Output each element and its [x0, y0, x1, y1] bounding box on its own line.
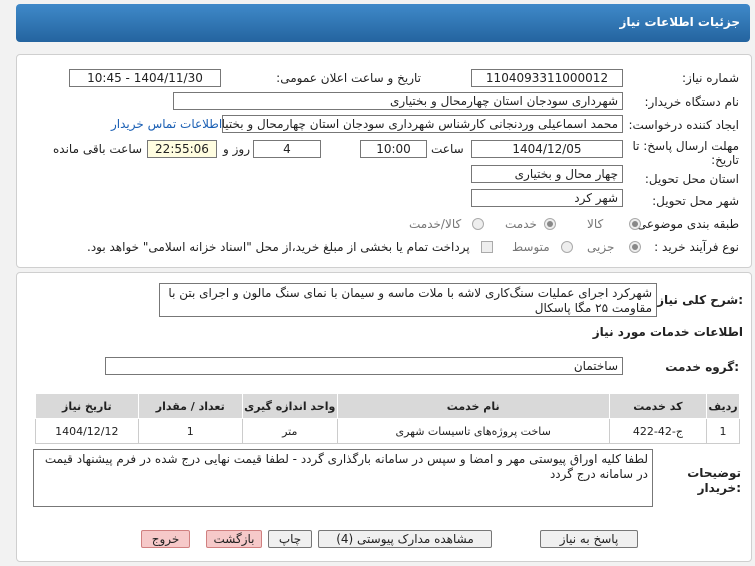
cell-date: 1404/12/12	[35, 418, 139, 444]
summary-label: شرح کلی نیاز:	[657, 293, 743, 307]
process-label: نوع فرآیند خرید :	[654, 240, 739, 254]
remaining-label: ساعت باقی مانده	[53, 142, 143, 156]
category-radio-goods[interactable]	[629, 218, 641, 230]
category-radio-service[interactable]	[544, 218, 556, 230]
table-header-row: ردیف کد خدمت نام خدمت واحد اندازه گیری ت…	[35, 393, 740, 419]
buyer-notes-label-2: خریدار:	[697, 481, 741, 495]
treasury-text: پرداخت تمام یا بخشی از مبلغ خرید،از محل …	[87, 240, 470, 254]
back-button[interactable]: بازگشت	[206, 530, 262, 548]
need-number-field: 1104093311000012	[471, 69, 623, 87]
cell-code: ج-42-422	[608, 418, 708, 444]
announce-field: 1404/11/30 - 10:45	[69, 69, 221, 87]
deadline-label-1: مهلت ارسال پاسخ: تا	[632, 139, 739, 153]
category-option-goods: کالا	[587, 217, 604, 231]
category-radio-goods-service[interactable]	[472, 218, 484, 230]
day-and-label: روز و	[223, 142, 250, 156]
col-date: تاریخ نیاز	[35, 393, 139, 419]
reply-button[interactable]: پاسخ به نیاز	[540, 530, 638, 548]
process-radio-medium[interactable]	[561, 241, 573, 253]
category-option-goods-service: کالا/خدمت	[409, 217, 462, 231]
creator-field: محمد اسماعیلی وردنجانی کارشناس شهرداری س…	[222, 115, 623, 133]
page-title: جزئیات اطلاعات نیاز	[619, 15, 740, 29]
cell-row: 1	[706, 418, 740, 444]
province-field: چهار محال و بختیاری	[471, 165, 623, 183]
deadline-date-field: 1404/12/05	[471, 140, 623, 158]
cell-name: ساخت پروژه‌های تاسیسات شهری	[336, 418, 610, 444]
city-label: شهر محل تحویل:	[652, 194, 739, 208]
buyer-notes-label-1: توضیحات	[687, 466, 741, 480]
deadline-time-field: 10:00	[360, 140, 427, 158]
treasury-checkbox[interactable]	[481, 241, 493, 253]
process-option-medium: متوسط	[512, 240, 550, 254]
days-field: 4	[253, 140, 321, 158]
time-label: ساعت	[431, 142, 464, 156]
remaining-time-field: 22:55:06	[147, 140, 217, 158]
service-group-field: ساختمان	[105, 357, 623, 375]
deadline-label-2: تاریخ:	[711, 153, 739, 167]
table-row: 1 ج-42-422 ساخت پروژه‌های تاسیسات شهری م…	[35, 418, 740, 444]
services-table: ردیف کد خدمت نام خدمت واحد اندازه گیری ت…	[35, 393, 740, 444]
need-details-panel: شرح کلی نیاز: شهرکرد اجرای عملیات سنگ‌کا…	[16, 272, 752, 562]
province-label: استان محل تحویل:	[644, 172, 739, 186]
col-row: ردیف	[706, 393, 740, 419]
col-qty: تعداد / مقدار	[137, 393, 243, 419]
contact-buyer-link[interactable]: اطلاعات تماس خریدار	[111, 117, 222, 131]
cell-qty: 1	[137, 418, 243, 444]
print-button[interactable]: چاپ	[268, 530, 312, 548]
category-label: طبقه بندی موضوعی:	[632, 217, 739, 231]
buyer-label: نام دستگاه خریدار:	[644, 95, 740, 109]
announce-label: تاریخ و ساعت اعلان عمومی:	[276, 71, 421, 85]
process-option-minor: جزیی	[587, 240, 615, 254]
buyer-field: شهرداری سودجان استان چهارمحال و بختیاری	[173, 92, 623, 110]
process-radio-minor[interactable]	[629, 241, 641, 253]
services-title: اطلاعات خدمات مورد نیاز	[592, 325, 743, 339]
cell-unit: متر	[241, 418, 338, 444]
need-info-panel: شماره نیاز: 1104093311000012 تاریخ و ساع…	[16, 54, 752, 268]
service-group-label: گروه خدمت:	[665, 360, 739, 374]
summary-text: شهرکرد اجرای عملیات سنگ‌کاری لاشه با ملا…	[159, 283, 657, 317]
title-bar: جزئیات اطلاعات نیاز	[16, 4, 750, 42]
buyer-notes-text: لطفا کلیه اوراق پیوستی مهر و امضا و سپس …	[33, 449, 653, 507]
need-number-label: شماره نیاز:	[682, 71, 739, 85]
exit-button[interactable]: خروج	[141, 530, 190, 548]
col-unit: واحد اندازه گیری	[241, 393, 338, 419]
city-field: شهر کرد	[471, 189, 623, 207]
col-name: نام خدمت	[336, 393, 610, 419]
col-code: کد خدمت	[608, 393, 708, 419]
attachments-button[interactable]: مشاهده مدارک پیوستی (4)	[318, 530, 492, 548]
category-option-service: خدمت	[505, 217, 537, 231]
creator-label: ایجاد کننده درخواست:	[628, 118, 739, 132]
